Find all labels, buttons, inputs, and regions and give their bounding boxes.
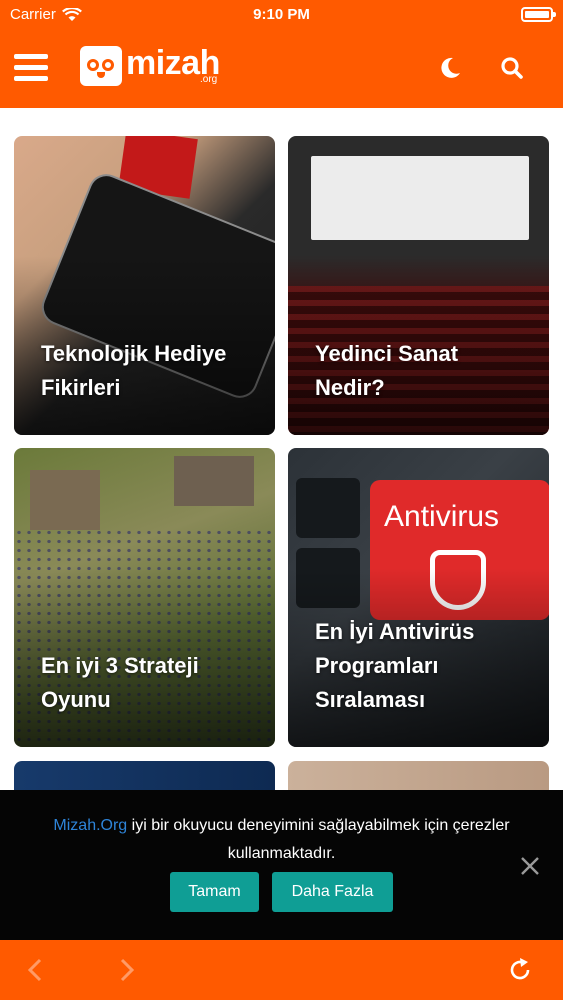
chevron-left-icon[interactable] <box>22 956 50 984</box>
article-title: En İyi Antivirüs Programları Sıralaması <box>315 619 475 712</box>
more-info-button[interactable]: Daha Fazla <box>272 872 393 912</box>
cookie-text: iyi bir okuyucu deneyimini sağlayabilmek… <box>127 817 510 862</box>
article-card[interactable]: En iyi 3 Strateji Oyunu <box>14 448 275 747</box>
cookie-message: Mizah.Org iyi bir okuyucu deneyimini sağ… <box>30 812 533 868</box>
moon-icon[interactable] <box>436 54 464 82</box>
search-icon[interactable] <box>498 54 526 82</box>
status-bar: Carrier 9:10 PM <box>0 0 563 30</box>
battery-icon <box>521 7 556 22</box>
article-title: Yedinci Sanat Nedir? <box>315 341 459 400</box>
bottom-toolbar <box>0 940 563 1000</box>
cookie-banner: Mizah.Org iyi bir okuyucu deneyimini sağ… <box>0 790 563 940</box>
article-card[interactable]: Yedinci Sanat Nedir? <box>288 136 549 435</box>
article-card[interactable]: Teknolojik Hediye Fikirleri <box>14 136 275 435</box>
app-header: Carrier 9:10 PM mizah .org <box>0 0 563 108</box>
cookie-site-link[interactable]: Mizah.Org <box>53 817 127 834</box>
logo-subtext: .org <box>200 74 218 85</box>
close-icon[interactable] <box>519 855 541 877</box>
clock: 9:10 PM <box>253 6 310 23</box>
refresh-icon[interactable] <box>506 956 534 984</box>
owl-logo-icon <box>80 46 122 86</box>
hamburger-menu-icon[interactable] <box>14 54 48 84</box>
chevron-right-icon[interactable] <box>112 956 140 984</box>
article-title: Teknolojik Hediye Fikirleri <box>41 341 227 400</box>
site-logo[interactable]: mizah .org <box>80 46 220 88</box>
accept-cookies-button[interactable]: Tamam <box>170 872 259 912</box>
article-title: En iyi 3 Strateji Oyunu <box>41 653 199 712</box>
article-card[interactable]: Antivirus En İyi Antivirüs Programları S… <box>288 448 549 747</box>
antivirus-key-text: Antivirus <box>384 500 500 533</box>
